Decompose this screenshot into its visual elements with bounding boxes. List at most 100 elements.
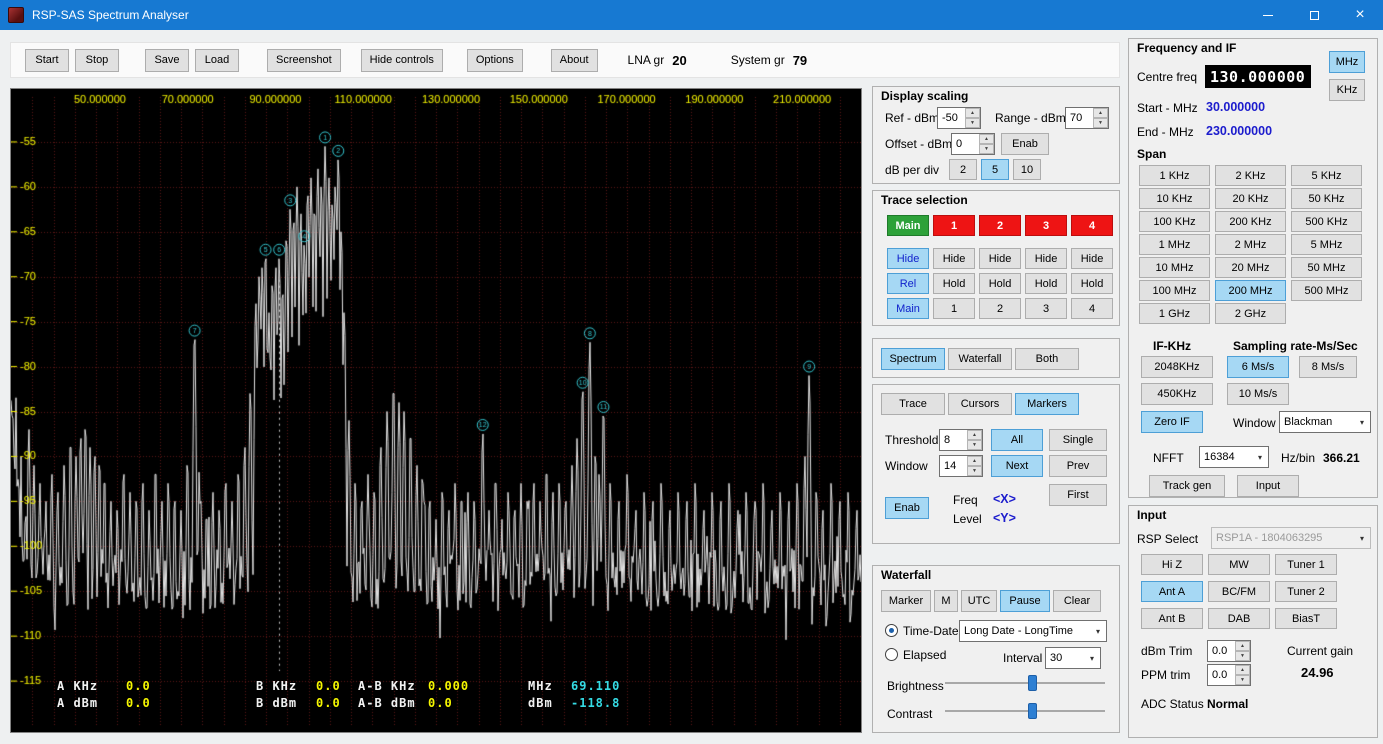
span-200-khz[interactable]: 200 KHz xyxy=(1215,211,1286,232)
spectrum-canvas[interactable] xyxy=(11,89,861,732)
span-1-ghz[interactable]: 1 GHz xyxy=(1139,303,1210,324)
toolbar-button-options[interactable]: Options xyxy=(466,48,523,72)
contrast-slider-thumb[interactable] xyxy=(1028,703,1037,719)
trace-hold-rel-0[interactable]: Rel xyxy=(887,273,929,294)
mode-markers[interactable]: Markers xyxy=(1015,393,1079,415)
trace-active-2-2[interactable]: 2 xyxy=(979,298,1021,319)
marker-prev-button[interactable]: Prev xyxy=(1049,455,1107,477)
trace-hold-hold-1[interactable]: Hold xyxy=(933,273,975,294)
offset-dbm-value[interactable]: 0 xyxy=(952,134,979,154)
ppm-trim-value[interactable]: 0.0 xyxy=(1208,665,1235,685)
span-20-mhz[interactable]: 20 MHz xyxy=(1215,257,1286,278)
toolbar-button-start[interactable]: Start xyxy=(25,48,69,72)
span-10-khz[interactable]: 10 KHz xyxy=(1139,188,1210,209)
span-200-mhz[interactable]: 200 MHz xyxy=(1215,280,1286,301)
trace-select-main-0[interactable]: Main xyxy=(887,215,929,236)
span-100-mhz[interactable]: 100 MHz xyxy=(1139,280,1210,301)
toolbar-button-save[interactable]: Save xyxy=(145,48,189,72)
input-source-ant-b[interactable]: Ant B xyxy=(1141,608,1203,629)
brightness-slider[interactable] xyxy=(945,674,1105,692)
range-dbm-spinner[interactable]: 70 ▲ ▼ xyxy=(1065,107,1109,129)
trace-hide-hide-3[interactable]: Hide xyxy=(1025,248,1067,269)
track-gen-button[interactable]: Track gen xyxy=(1149,475,1225,497)
contrast-slider-track[interactable] xyxy=(945,710,1105,712)
mode-cursors[interactable]: Cursors xyxy=(948,393,1012,415)
waterfall-m[interactable]: M xyxy=(934,590,958,612)
minimize-button[interactable] xyxy=(1245,0,1291,30)
threshold-value[interactable]: 8 xyxy=(940,430,967,450)
sampling-8mss-button[interactable]: 8 Ms/s xyxy=(1299,356,1357,378)
range-dbm-value[interactable]: 70 xyxy=(1066,108,1093,128)
span-500-khz[interactable]: 500 KHz xyxy=(1291,211,1362,232)
time-date-radio[interactable] xyxy=(885,624,898,637)
waterfall-clear[interactable]: Clear xyxy=(1053,590,1101,612)
marker-window-value[interactable]: 14 xyxy=(940,456,967,476)
span-50-mhz[interactable]: 50 MHz xyxy=(1291,257,1362,278)
trace-select-3-3[interactable]: 3 xyxy=(1025,215,1067,236)
toolbar-button-load[interactable]: Load xyxy=(195,48,239,72)
span-2-ghz[interactable]: 2 GHz xyxy=(1215,303,1286,324)
spin-down-icon[interactable]: ▼ xyxy=(965,118,980,128)
marker-window-spinner[interactable]: 14 ▲ ▼ xyxy=(939,455,983,477)
view-spectrum[interactable]: Spectrum xyxy=(881,348,945,370)
ppm-trim-spinner[interactable]: 0.0 ▲ ▼ xyxy=(1207,664,1251,686)
interval-dropdown[interactable]: 30 ▾ xyxy=(1045,647,1101,669)
input-source-biast[interactable]: BiasT xyxy=(1275,608,1337,629)
trace-active-3-3[interactable]: 3 xyxy=(1025,298,1067,319)
marker-next-button[interactable]: Next xyxy=(991,455,1043,477)
ref-dbm-spinner[interactable]: -50 ▲ ▼ xyxy=(937,107,981,129)
span-2-khz[interactable]: 2 KHz xyxy=(1215,165,1286,186)
marker-enab-button[interactable]: Enab xyxy=(885,497,929,519)
marker-first-button[interactable]: First xyxy=(1049,484,1107,506)
input-source-hi-z[interactable]: Hi Z xyxy=(1141,554,1203,575)
waterfall-marker[interactable]: Marker xyxy=(881,590,931,612)
trace-hold-hold-4[interactable]: Hold xyxy=(1071,273,1113,294)
span-1-mhz[interactable]: 1 MHz xyxy=(1139,234,1210,255)
input-source-dab[interactable]: DAB xyxy=(1208,608,1270,629)
span-20-khz[interactable]: 20 KHz xyxy=(1215,188,1286,209)
spin-up-icon[interactable]: ▲ xyxy=(965,108,980,118)
toolbar-button-hide-controls[interactable]: Hide controls xyxy=(360,48,443,72)
centre-freq-display[interactable]: 130.000000 xyxy=(1205,65,1311,88)
span-5-khz[interactable]: 5 KHz xyxy=(1291,165,1362,186)
spin-up-icon[interactable]: ▲ xyxy=(979,134,994,144)
spin-up-icon[interactable]: ▲ xyxy=(1235,665,1250,675)
spin-down-icon[interactable]: ▼ xyxy=(1235,651,1250,661)
span-5-mhz[interactable]: 5 MHz xyxy=(1291,234,1362,255)
waterfall-utc[interactable]: UTC xyxy=(961,590,997,612)
date-format-dropdown[interactable]: Long Date - LongTime ▾ xyxy=(959,620,1107,642)
db-per-div-2[interactable]: 2 xyxy=(949,159,977,180)
toolbar-button-about[interactable]: About xyxy=(550,48,598,72)
brightness-slider-thumb[interactable] xyxy=(1028,675,1037,691)
if-2048khz-button[interactable]: 2048KHz xyxy=(1141,356,1213,378)
input-source-tuner-2[interactable]: Tuner 2 xyxy=(1275,581,1337,602)
trace-select-2-2[interactable]: 2 xyxy=(979,215,1021,236)
db-per-div-10[interactable]: 10 xyxy=(1013,159,1041,180)
spin-down-icon[interactable]: ▼ xyxy=(967,466,982,476)
span-10-mhz[interactable]: 10 MHz xyxy=(1139,257,1210,278)
trace-active-main-0[interactable]: Main xyxy=(887,298,929,319)
elapsed-radio[interactable] xyxy=(885,648,898,661)
close-button[interactable]: × xyxy=(1337,0,1383,30)
spin-up-icon[interactable]: ▲ xyxy=(967,430,982,440)
toolbar-button-screenshot[interactable]: Screenshot xyxy=(267,48,341,72)
trace-active-4-4[interactable]: 4 xyxy=(1071,298,1113,319)
sampling-10mss-button[interactable]: 10 Ms/s xyxy=(1227,383,1289,405)
spectrum-display[interactable]: A KHz 0.0 B KHz 0.0 A-B KHz 0.000 MHz 69… xyxy=(10,88,862,733)
spin-up-icon[interactable]: ▲ xyxy=(1235,641,1250,651)
span-50-khz[interactable]: 50 KHz xyxy=(1291,188,1362,209)
trace-hide-hide-2[interactable]: Hide xyxy=(979,248,1021,269)
span-1-khz[interactable]: 1 KHz xyxy=(1139,165,1210,186)
zero-if-button[interactable]: Zero IF xyxy=(1141,411,1203,433)
brightness-slider-track[interactable] xyxy=(945,682,1105,684)
input-source-ant-a[interactable]: Ant A xyxy=(1141,581,1203,602)
view-both[interactable]: Both xyxy=(1015,348,1079,370)
unit-khz-button[interactable]: KHz xyxy=(1329,79,1365,101)
input-source-mw[interactable]: MW xyxy=(1208,554,1270,575)
toolbar-button-stop[interactable]: Stop xyxy=(75,48,119,72)
trace-hold-hold-2[interactable]: Hold xyxy=(979,273,1021,294)
input-settings-button[interactable]: Input xyxy=(1237,475,1299,497)
waterfall-pause[interactable]: Pause xyxy=(1000,590,1050,612)
input-source-tuner-1[interactable]: Tuner 1 xyxy=(1275,554,1337,575)
span-100-khz[interactable]: 100 KHz xyxy=(1139,211,1210,232)
